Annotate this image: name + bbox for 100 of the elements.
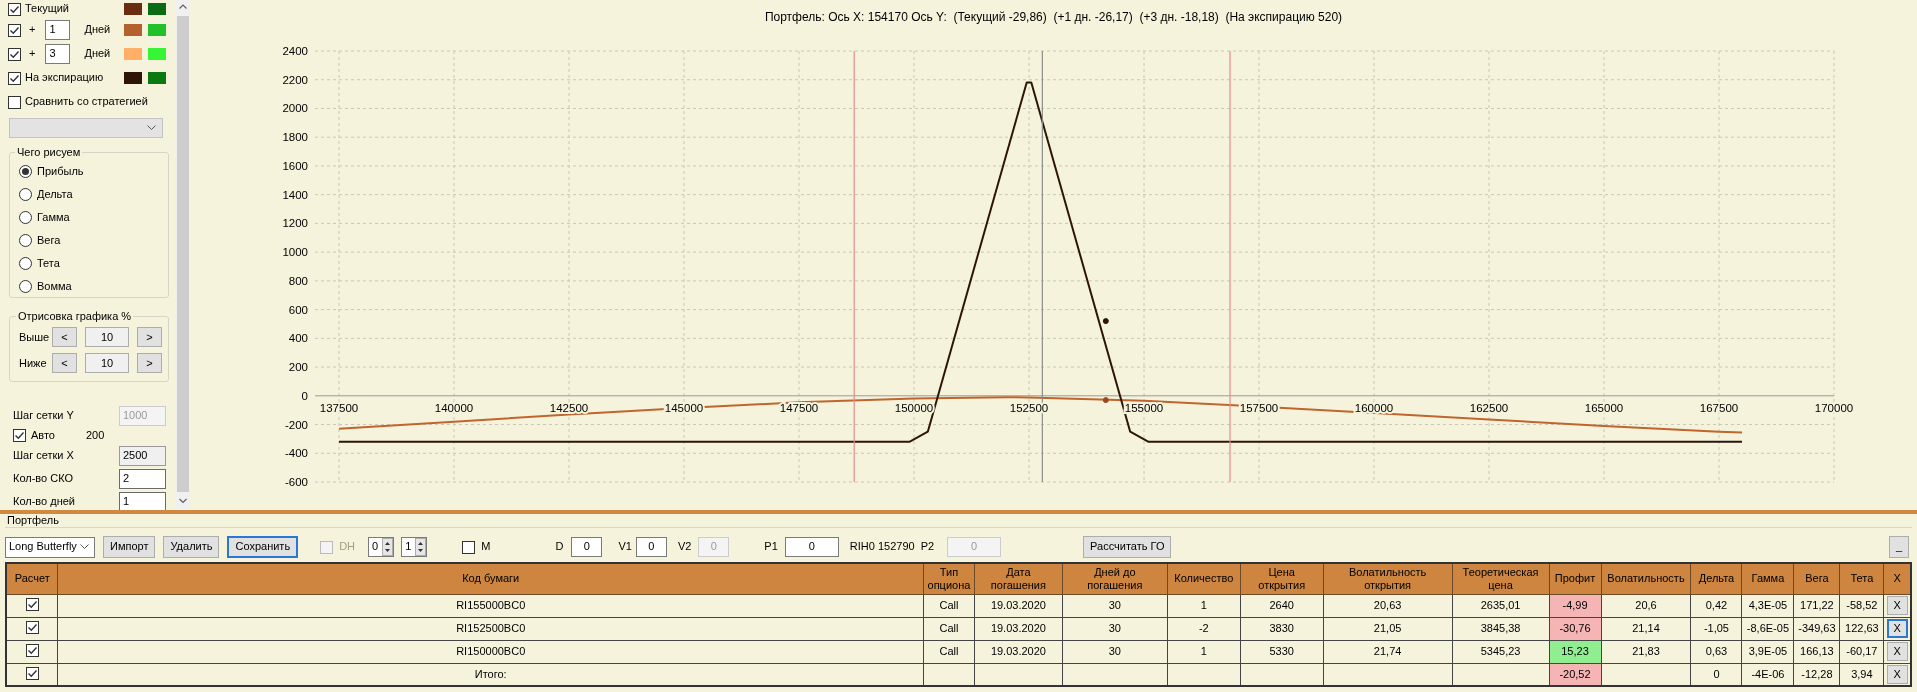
chart-title: Портфель: Ось X: 154170 Ось Y: (Текущий -29,86) (+1 дн. -26,17) (+3 дн. -18,18) (На экспирацию 520) — [763, 8, 1344, 26]
setting-label: Кол-во дней — [13, 494, 75, 509]
radio-label: Дельта — [37, 188, 73, 202]
radio-label: Гамма — [37, 211, 70, 225]
column-header: Цена открытия — [1240, 563, 1324, 594]
curve-label: На экспирацию — [25, 71, 104, 85]
x-tick-label: 152500 — [1009, 401, 1049, 414]
table-cell: RI150000BC0 — [57, 640, 924, 663]
y-tick-label: 1600 — [282, 159, 308, 172]
field-label: V1 — [618, 540, 632, 554]
column-header: Расчет — [6, 563, 58, 594]
y-tick-label: -400 — [284, 447, 308, 460]
table-cell: 30 — [1062, 640, 1168, 663]
x-tick-label: 165000 — [1584, 401, 1624, 414]
column-header: Теоретическая цена — [1452, 563, 1550, 594]
y-tick-label: 1800 — [282, 131, 308, 144]
table-cell: Call — [923, 594, 975, 617]
x-tick-label: 167500 — [1699, 401, 1739, 414]
table-cell: 122,63 — [1839, 617, 1884, 640]
table-cell: 21,74 — [1323, 640, 1453, 663]
table-cell: 5330 — [1240, 640, 1324, 663]
table-cell: 21,14 — [1601, 617, 1691, 640]
y-tick-label: 800 — [288, 274, 308, 287]
checkbox-label: Авто — [31, 428, 56, 443]
field-label: V2 — [677, 540, 692, 554]
table-cell: 0,42 — [1690, 594, 1742, 617]
plus-sign: + — [29, 23, 36, 37]
table-cell: -60,17 — [1839, 640, 1884, 663]
table-cell: 1 — [1167, 594, 1241, 617]
days-label: Дней — [84, 47, 111, 61]
column-header: X — [1883, 563, 1911, 594]
table-cell: -349,63 — [1793, 617, 1840, 640]
table-cell: 0,63 — [1690, 640, 1742, 663]
y-tick-label: 2400 — [282, 45, 308, 57]
table-cell: 3,9E-05 — [1741, 640, 1794, 663]
x-tick-label: 155000 — [1124, 401, 1164, 414]
table-cell: -2 — [1167, 617, 1241, 640]
y-tick-label: 200 — [288, 361, 308, 374]
table-cell: 21,05 — [1323, 617, 1453, 640]
x-tick-label: 160000 — [1354, 401, 1394, 414]
x-tick-label: 140000 — [434, 401, 474, 414]
group-title: Портфель — [7, 513, 59, 528]
column-header: Профит — [1549, 563, 1601, 594]
table-cell: 20,6 — [1601, 594, 1691, 617]
table-cell: 3845,38 — [1452, 617, 1550, 640]
table-cell: 30 — [1062, 617, 1168, 640]
column-header: Количество — [1167, 563, 1241, 594]
x-tick-label: 162500 — [1469, 401, 1509, 414]
radio-label: Вега — [37, 234, 61, 248]
radio-label: Вомма — [37, 280, 72, 294]
table-cell: Call — [923, 640, 975, 663]
group-title: Чего рисуем — [16, 146, 82, 159]
table-cell: 4,3E-05 — [1741, 594, 1794, 617]
x-tick-label: 170000 — [1814, 401, 1854, 414]
y-tick-label: 2200 — [282, 73, 308, 86]
table-cell: Call — [923, 617, 975, 640]
range-label: Ниже — [19, 356, 48, 370]
column-header: Дельта — [1690, 563, 1742, 594]
column-header: Вега — [1793, 563, 1840, 594]
y-tick-label: 0 — [301, 389, 308, 402]
y-tick-label: 600 — [288, 303, 308, 316]
table-cell: 5345,23 — [1452, 640, 1550, 663]
table-cell: RI152500BC0 — [57, 617, 924, 640]
table-cell: 171,22 — [1793, 594, 1840, 617]
checkbox-label: Сравнить со стратегией — [25, 95, 148, 109]
table-cell: 30 — [1062, 594, 1168, 617]
column-header: Тип опциона — [923, 563, 975, 594]
y-tick-label: 1200 — [282, 217, 308, 230]
field-label: P2 — [920, 540, 935, 554]
table-cell: -1,05 — [1690, 617, 1742, 640]
y-tick-label: -600 — [284, 476, 308, 488]
checkbox-label: M — [481, 540, 491, 554]
table-cell: 19.03.2020 — [974, 594, 1063, 617]
field-label: RIH0 152790 — [849, 540, 915, 554]
checkbox-label: DH — [339, 540, 356, 554]
days-label: Дней — [84, 23, 111, 37]
table-cell: 1 — [1167, 640, 1241, 663]
table-cell: -8,6E-05 — [1741, 617, 1794, 640]
radio-label: Тета — [37, 257, 60, 271]
y-tick-label: 1400 — [282, 188, 308, 201]
y-tick-label: 2000 — [282, 102, 308, 115]
setting-label: Шаг сетки X — [13, 448, 74, 463]
column-header: Волатильность — [1601, 563, 1691, 594]
column-header: Гамма — [1741, 563, 1794, 594]
column-header: Волатильность открытия — [1323, 563, 1453, 594]
table-cell: 2635,01 — [1452, 594, 1550, 617]
field-label: D — [555, 540, 564, 554]
table-cell: 166,13 — [1793, 640, 1840, 663]
curve-label: Текущий — [25, 2, 69, 16]
x-tick-label: 142500 — [549, 401, 589, 414]
table-cell: 20,63 — [1323, 594, 1453, 617]
setting-label: Кол-во СКО — [13, 471, 74, 486]
y-tick-label: 1000 — [282, 246, 308, 259]
y-tick-label: -200 — [284, 418, 308, 431]
table-cell: 19.03.2020 — [974, 617, 1063, 640]
y-tick-label: 400 — [288, 332, 308, 345]
setting-label: Шаг сетки Y — [13, 408, 74, 423]
radio-label: Прибыль — [37, 165, 84, 179]
column-header: Тета — [1839, 563, 1884, 594]
table-cell: -58,52 — [1839, 594, 1884, 617]
